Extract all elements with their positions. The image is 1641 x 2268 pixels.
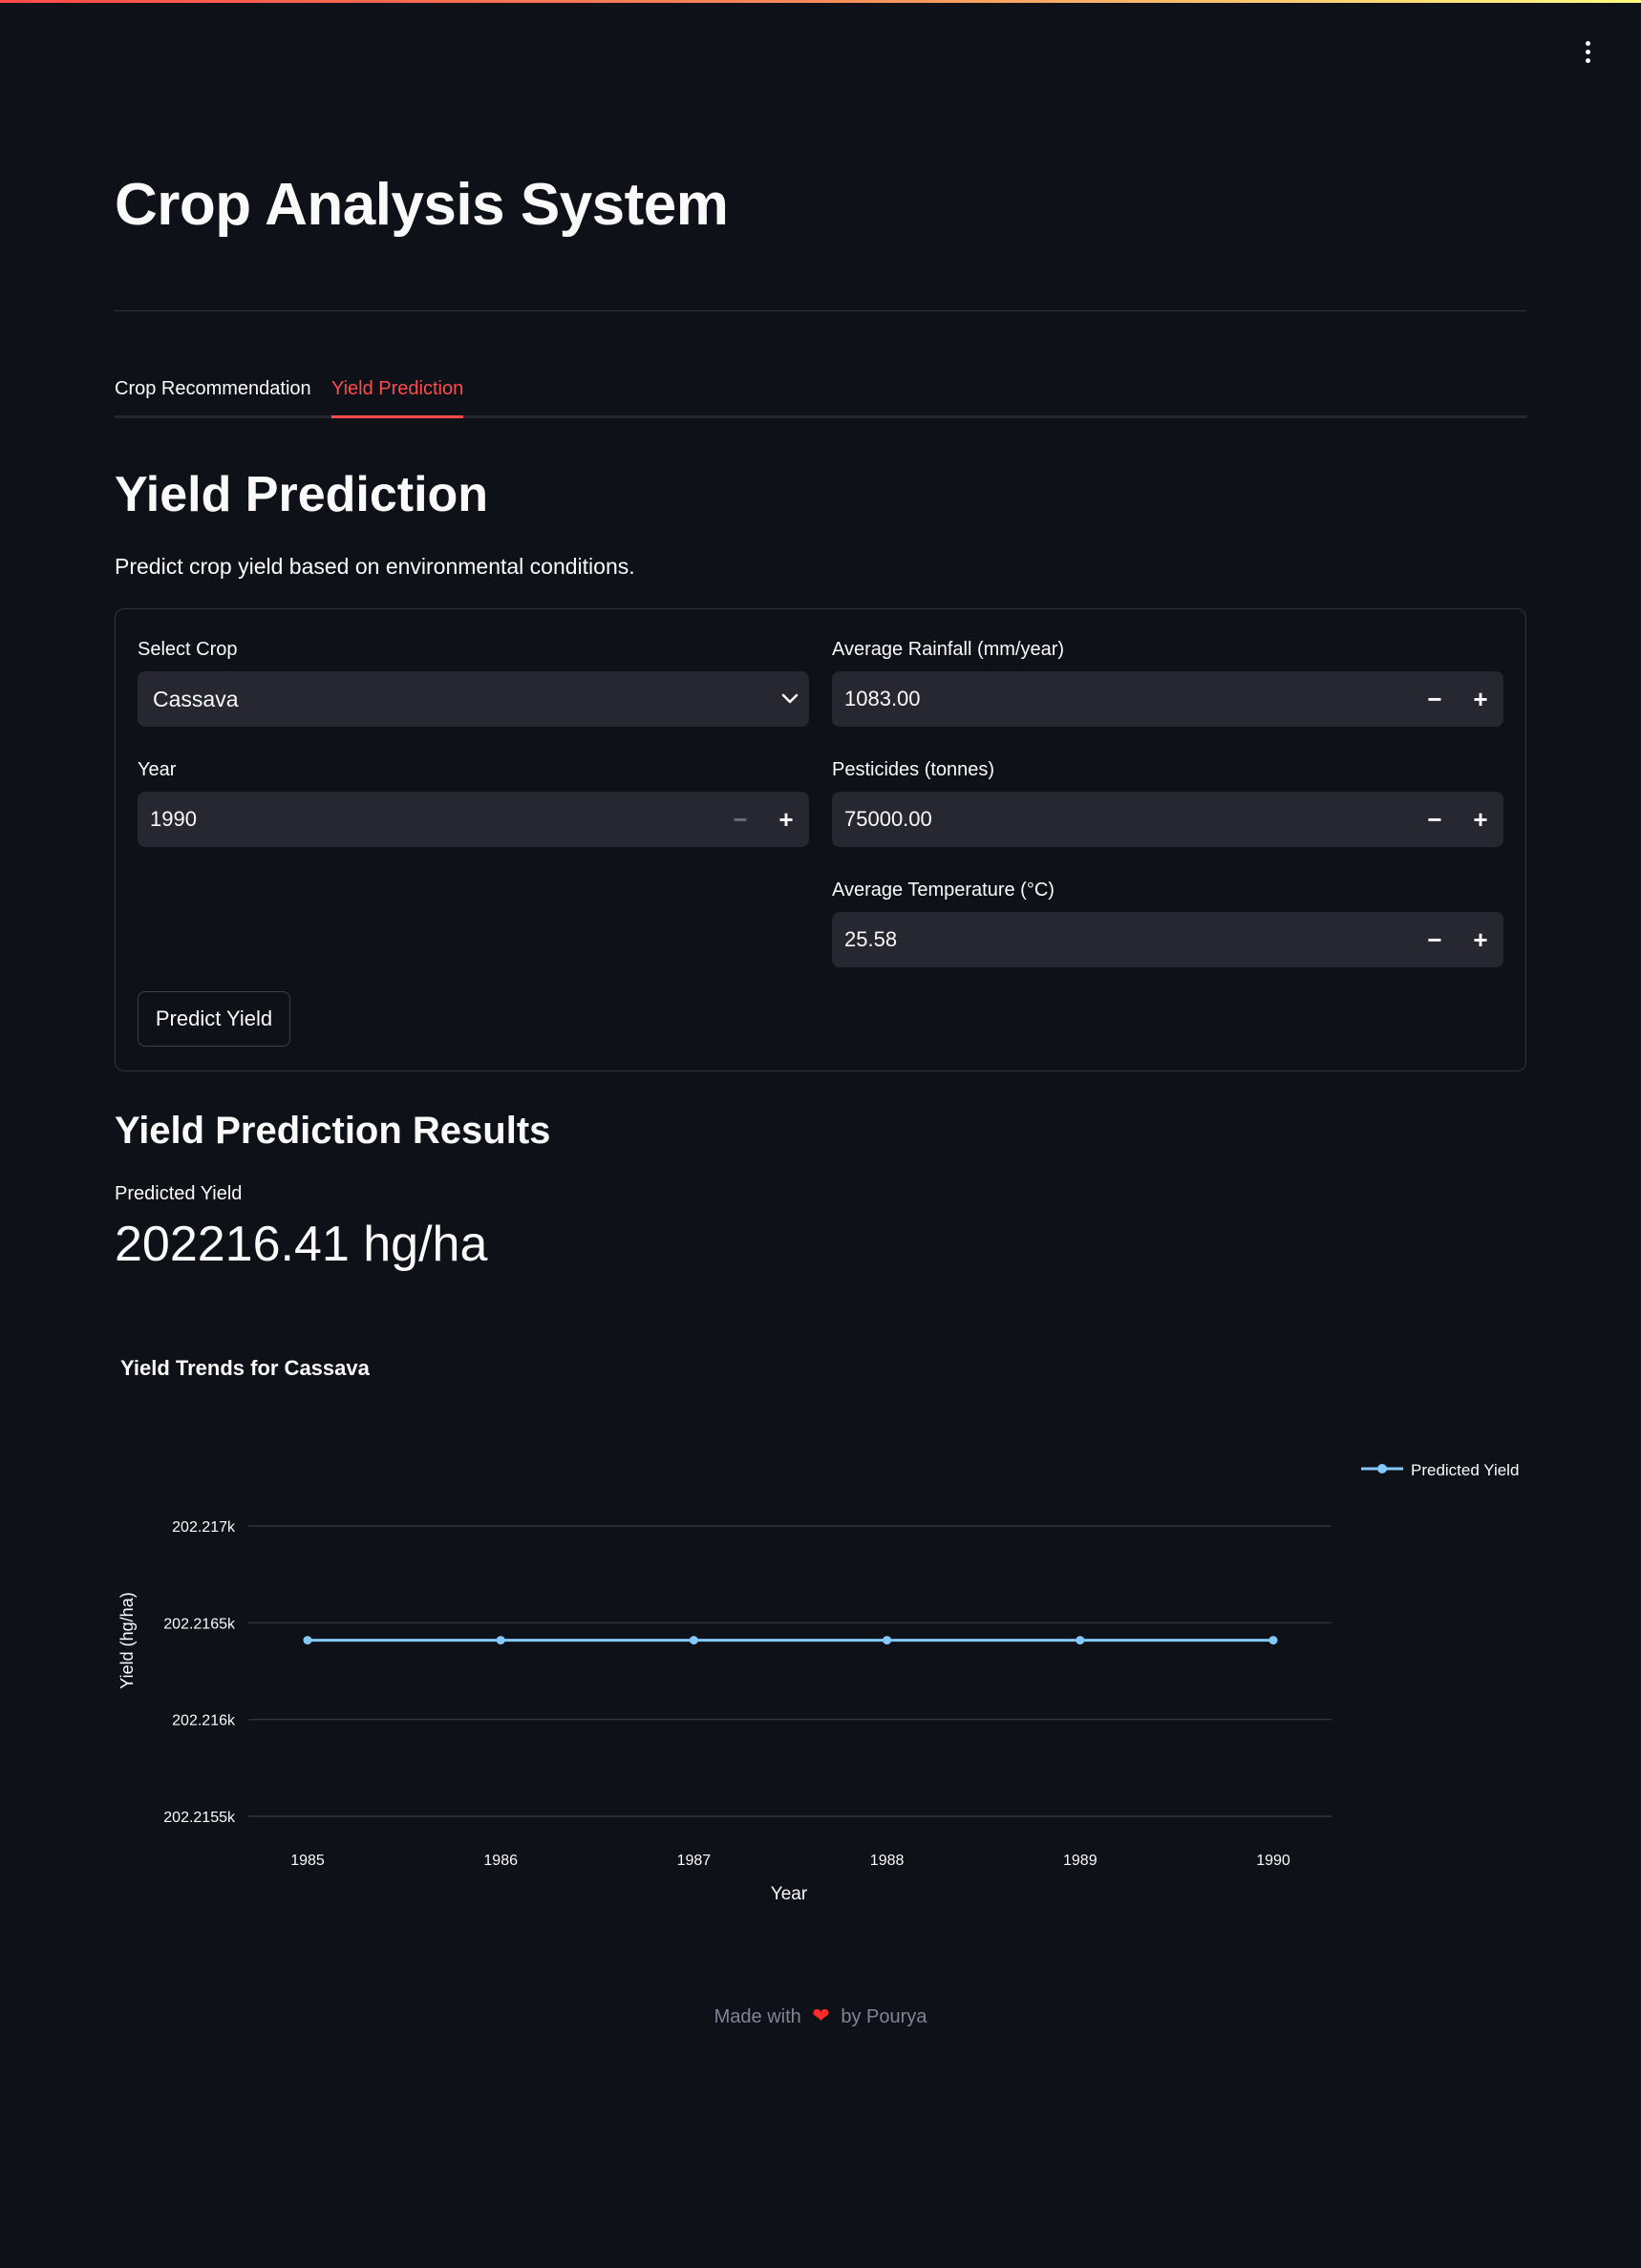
title-divider (115, 310, 1526, 311)
tab-crop-recommendation[interactable]: Crop Recommendation (115, 374, 311, 403)
x-tick-label: 1988 (870, 1853, 905, 1869)
x-tick-label: 1989 (1063, 1853, 1098, 1869)
predicted-yield-value: 202216.41 hg/ha (115, 1217, 488, 1272)
chart-canvas: Yield Trends for Cassava 202.2155k202.21… (117, 1356, 1519, 1904)
rainfall-stepper: − + (832, 671, 1503, 727)
heart-icon: ❤ (812, 2003, 830, 2027)
crop-label: Select Crop (138, 639, 238, 660)
data-point (689, 1636, 698, 1645)
legend-marker-swatch (1377, 1464, 1387, 1473)
x-tick-label: 1990 (1256, 1853, 1290, 1869)
tab-bar: Crop Recommendation Yield Prediction (115, 363, 1526, 418)
pesticides-input[interactable] (832, 792, 1412, 847)
y-tick-label: 202.216k (172, 1713, 236, 1729)
x-axis-title: Year (771, 1884, 808, 1904)
tab-bar-border (115, 415, 1526, 418)
footer: Made with ❤ by Pourya (115, 2003, 1526, 2030)
rainfall-increment-button[interactable]: + (1458, 671, 1503, 727)
main-menu-icon[interactable] (1573, 36, 1602, 67)
footer-suffix: by Pourya (841, 2006, 927, 2027)
y-axis-title: Yield (hg/ha) (117, 1592, 137, 1688)
temperature-label: Average Temperature (°C) (832, 880, 1055, 901)
pesticides-decrement-button[interactable]: − (1412, 792, 1458, 847)
temperature-decrement-button[interactable]: − (1412, 912, 1458, 967)
section-description: Predict crop yield based on environmenta… (115, 554, 635, 579)
legend-label: Predicted Yield (1411, 1461, 1519, 1479)
results-title: Yield Prediction Results (115, 1110, 551, 1152)
chart-series (303, 1636, 1278, 1645)
chart-title: Yield Trends for Cassava (120, 1356, 371, 1380)
chevron-down-icon (771, 693, 809, 705)
chart-legend[interactable]: Predicted Yield (1361, 1461, 1519, 1479)
pesticides-stepper: − + (832, 792, 1503, 847)
crop-select[interactable]: Cassava (138, 671, 809, 727)
predict-yield-button[interactable]: Predict Yield (138, 991, 290, 1047)
predicted-yield-label: Predicted Yield (115, 1183, 243, 1204)
tab-yield-prediction[interactable]: Yield Prediction (331, 374, 463, 403)
x-tick-label: 1987 (677, 1853, 712, 1869)
year-stepper: − + (138, 792, 809, 847)
temperature-stepper: − + (832, 912, 1503, 967)
footer-prefix: Made with (714, 2006, 801, 2027)
yield-trend-chart[interactable]: Yield Trends for Cassava 202.2155k 202.21… (115, 1337, 1526, 1929)
pesticides-increment-button[interactable]: + (1458, 792, 1503, 847)
data-point (303, 1636, 312, 1645)
year-increment-button[interactable]: + (763, 792, 809, 847)
crop-select-value: Cassava (153, 686, 239, 711)
x-axis-ticks: 1985 1986 1987 1988 1989 1990 (290, 1853, 1290, 1869)
data-point (496, 1636, 505, 1645)
data-point (883, 1636, 892, 1645)
pesticides-label: Pesticides (tonnes) (832, 759, 995, 780)
year-input[interactable] (138, 792, 717, 847)
active-tab-indicator (331, 415, 463, 418)
top-decoration-bar (0, 0, 1641, 3)
year-decrement-button[interactable]: − (717, 792, 763, 847)
data-point (1268, 1636, 1278, 1645)
y-tick-label: 202.2155k (163, 1810, 236, 1826)
data-point (1076, 1636, 1085, 1645)
section-title: Yield Prediction (115, 467, 489, 522)
prediction-form: Select Crop Cassava Year − + Average Rai… (115, 608, 1526, 1071)
app-title: Crop Analysis System (115, 172, 729, 238)
rainfall-decrement-button[interactable]: − (1412, 671, 1458, 727)
chart-gridlines (248, 1525, 1332, 1817)
y-axis-ticks: 202.2155k 202.216k 202.2165k 202.217k (163, 1519, 236, 1826)
temperature-input[interactable] (832, 912, 1412, 967)
rainfall-input[interactable] (832, 671, 1412, 727)
x-tick-label: 1986 (483, 1853, 518, 1869)
x-tick-label: 1985 (290, 1853, 325, 1869)
y-tick-label: 202.2165k (163, 1616, 236, 1632)
year-label: Year (138, 759, 177, 780)
y-tick-label: 202.217k (172, 1519, 236, 1536)
temperature-increment-button[interactable]: + (1458, 912, 1503, 967)
rainfall-label: Average Rainfall (mm/year) (832, 639, 1065, 660)
